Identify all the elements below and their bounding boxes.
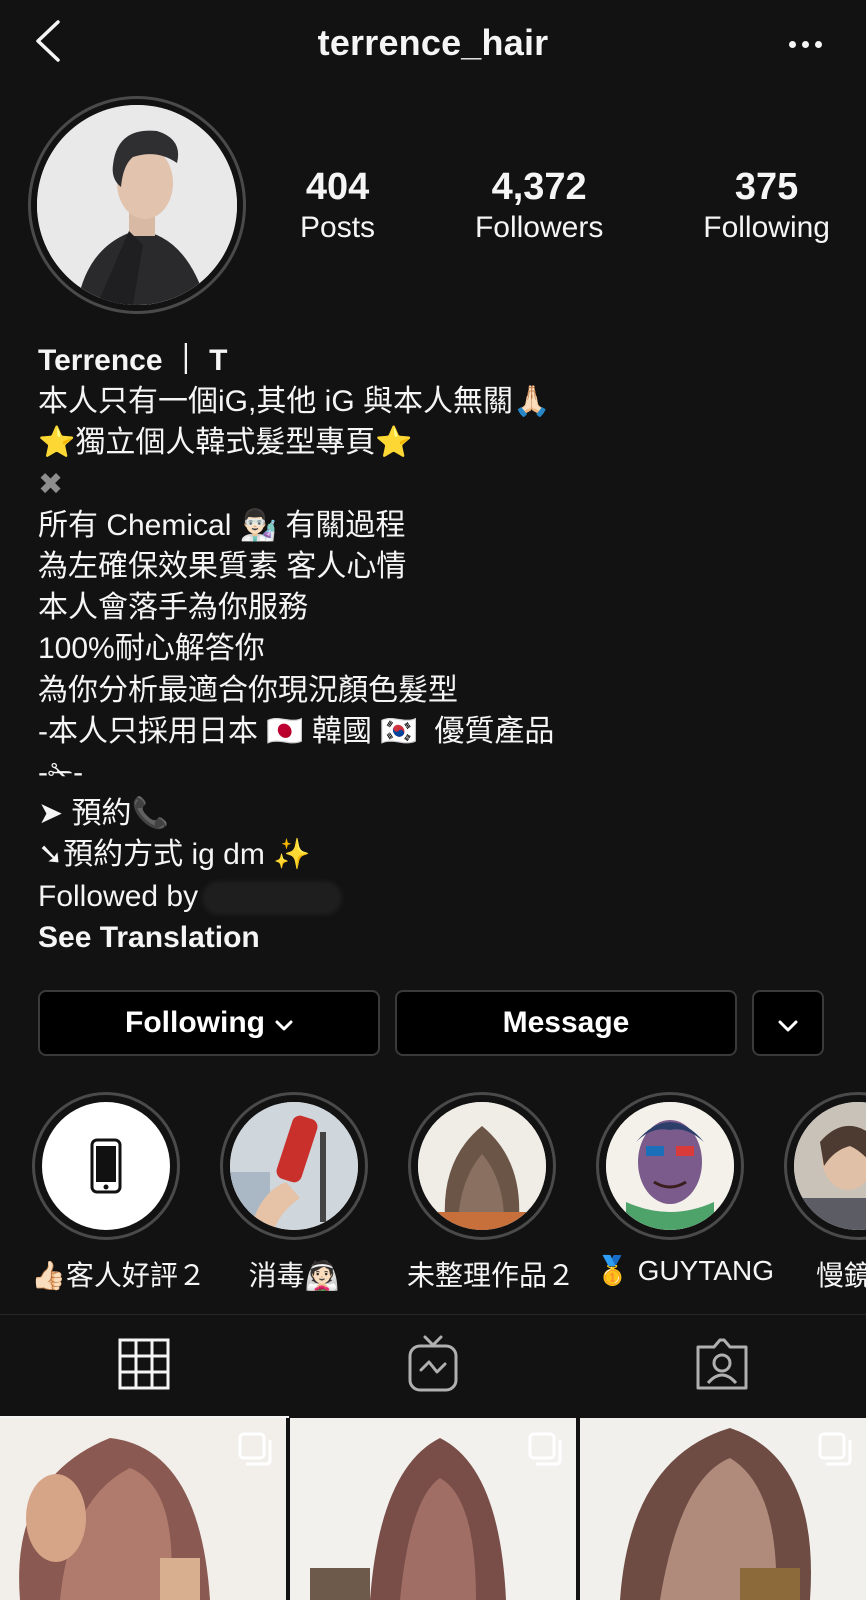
bio-line: ➤ 預約📞	[38, 797, 169, 831]
grid-icon	[118, 1338, 170, 1395]
bio-line: ✖	[38, 467, 64, 501]
followed-by[interactable]: Followed by	[38, 876, 838, 917]
bio-line: 為左確保效果質素 客人心情	[38, 550, 407, 584]
igtv-icon	[407, 1334, 459, 1399]
highlight-label: 🥇 GUYTANG	[595, 1255, 775, 1286]
profile-stats: 404 Posts 4,372 Followers 375 Following	[300, 166, 830, 248]
profile-avatar[interactable]	[28, 96, 246, 314]
more-options-icon[interactable]	[780, 24, 830, 64]
bio-line: 100%耐心解答你	[38, 632, 265, 666]
chevron-down-icon	[778, 1006, 798, 1040]
highlight-ring	[220, 1092, 368, 1240]
post-grid	[0, 1418, 866, 1600]
top-bar: terrence_hair	[0, 0, 866, 90]
blurred-names	[202, 880, 343, 915]
highlight-item[interactable]: 未整理作品２	[407, 1092, 576, 1292]
stat-label: Posts	[300, 211, 376, 244]
avatar-photo	[37, 105, 237, 305]
profile-bio: Terrence ｜ T 本人只有一個iG,其他 iG 與本人無關🙏🏻 ⭐獨立個…	[38, 340, 838, 958]
highlight-photo	[794, 1102, 866, 1230]
tab-igtv[interactable]	[289, 1315, 578, 1418]
post-thumbnail[interactable]	[0, 1418, 286, 1600]
highlight-item[interactable]: 慢鏡系	[783, 1092, 866, 1292]
post-thumbnail[interactable]	[580, 1418, 866, 1600]
bio-line: 本人只有一個iG,其他 iG 與本人無關🙏🏻	[38, 385, 551, 419]
highlight-label: 消毒👰🏻	[248, 1260, 340, 1291]
followed-by-label: Followed by	[38, 879, 199, 913]
highlight-photo	[230, 1102, 358, 1230]
multiple-photos-icon	[818, 1432, 852, 1466]
following-button-label: Following	[125, 1006, 265, 1039]
message-button[interactable]: Message	[395, 990, 737, 1056]
followers-count[interactable]: 4,372 Followers	[475, 166, 603, 248]
highlight-ring	[596, 1092, 744, 1240]
bio-line: 為你分析最適合你現況顏色髮型	[38, 673, 458, 707]
multiple-photos-icon	[238, 1432, 272, 1466]
chevron-down-icon	[275, 1006, 293, 1040]
suggested-accounts-button[interactable]	[752, 990, 824, 1056]
following-count[interactable]: 375 Following	[703, 166, 830, 248]
phone-icon	[42, 1102, 170, 1230]
highlight-ring	[784, 1092, 866, 1240]
bio-line: ⭐獨立個人韓式髮型專頁⭐	[38, 426, 413, 460]
story-highlights: 👍🏻客人好評２ 消毒👰🏻 未整理作品２ 🥇 GUYTANG 慢鏡	[0, 1092, 866, 1292]
highlight-item[interactable]: 👍🏻客人好評２	[31, 1092, 206, 1292]
highlight-ring	[32, 1092, 180, 1240]
following-button[interactable]: Following	[38, 990, 380, 1056]
highlight-item[interactable]: 🥇 GUYTANG	[595, 1092, 775, 1287]
profile-display-name: Terrence ｜ T	[38, 344, 228, 377]
tagged-icon	[694, 1337, 750, 1396]
bio-line: -✁-	[38, 756, 84, 790]
bio-line: 所有 Chemical 👨🏻‍🔬 有關過程	[38, 508, 406, 542]
stat-value: 4,372	[491, 166, 587, 208]
highlight-label: 👍🏻客人好評２	[31, 1260, 206, 1291]
profile-tabs	[0, 1314, 866, 1418]
tab-tagged[interactable]	[577, 1315, 866, 1418]
bio-line: ➘預約方式 ig dm ✨	[38, 838, 311, 872]
post-thumbnail[interactable]	[290, 1418, 576, 1600]
tab-grid[interactable]	[0, 1315, 289, 1418]
bio-line: -本人只採用日本 🇯🇵 韓國 🇰🇷 優質產品	[38, 714, 555, 748]
posts-count[interactable]: 404 Posts	[300, 166, 375, 248]
highlight-item[interactable]: 消毒👰🏻	[219, 1092, 369, 1292]
highlight-label: 未整理作品２	[407, 1260, 576, 1291]
highlight-photo	[606, 1102, 734, 1230]
stat-value: 375	[734, 166, 799, 208]
stat-label: Followers	[474, 211, 604, 244]
bio-line: 本人會落手為你服務	[38, 591, 308, 625]
highlight-ring	[408, 1092, 556, 1240]
highlight-label: 慢鏡系	[815, 1260, 866, 1291]
multiple-photos-icon	[528, 1432, 562, 1466]
profile-actions: Following Message	[38, 990, 824, 1056]
profile-username: terrence_hair	[317, 22, 549, 63]
highlight-photo	[418, 1102, 546, 1230]
stat-value: 404	[305, 166, 370, 208]
stat-label: Following	[703, 211, 830, 244]
see-translation-link[interactable]: See Translation	[38, 917, 838, 958]
